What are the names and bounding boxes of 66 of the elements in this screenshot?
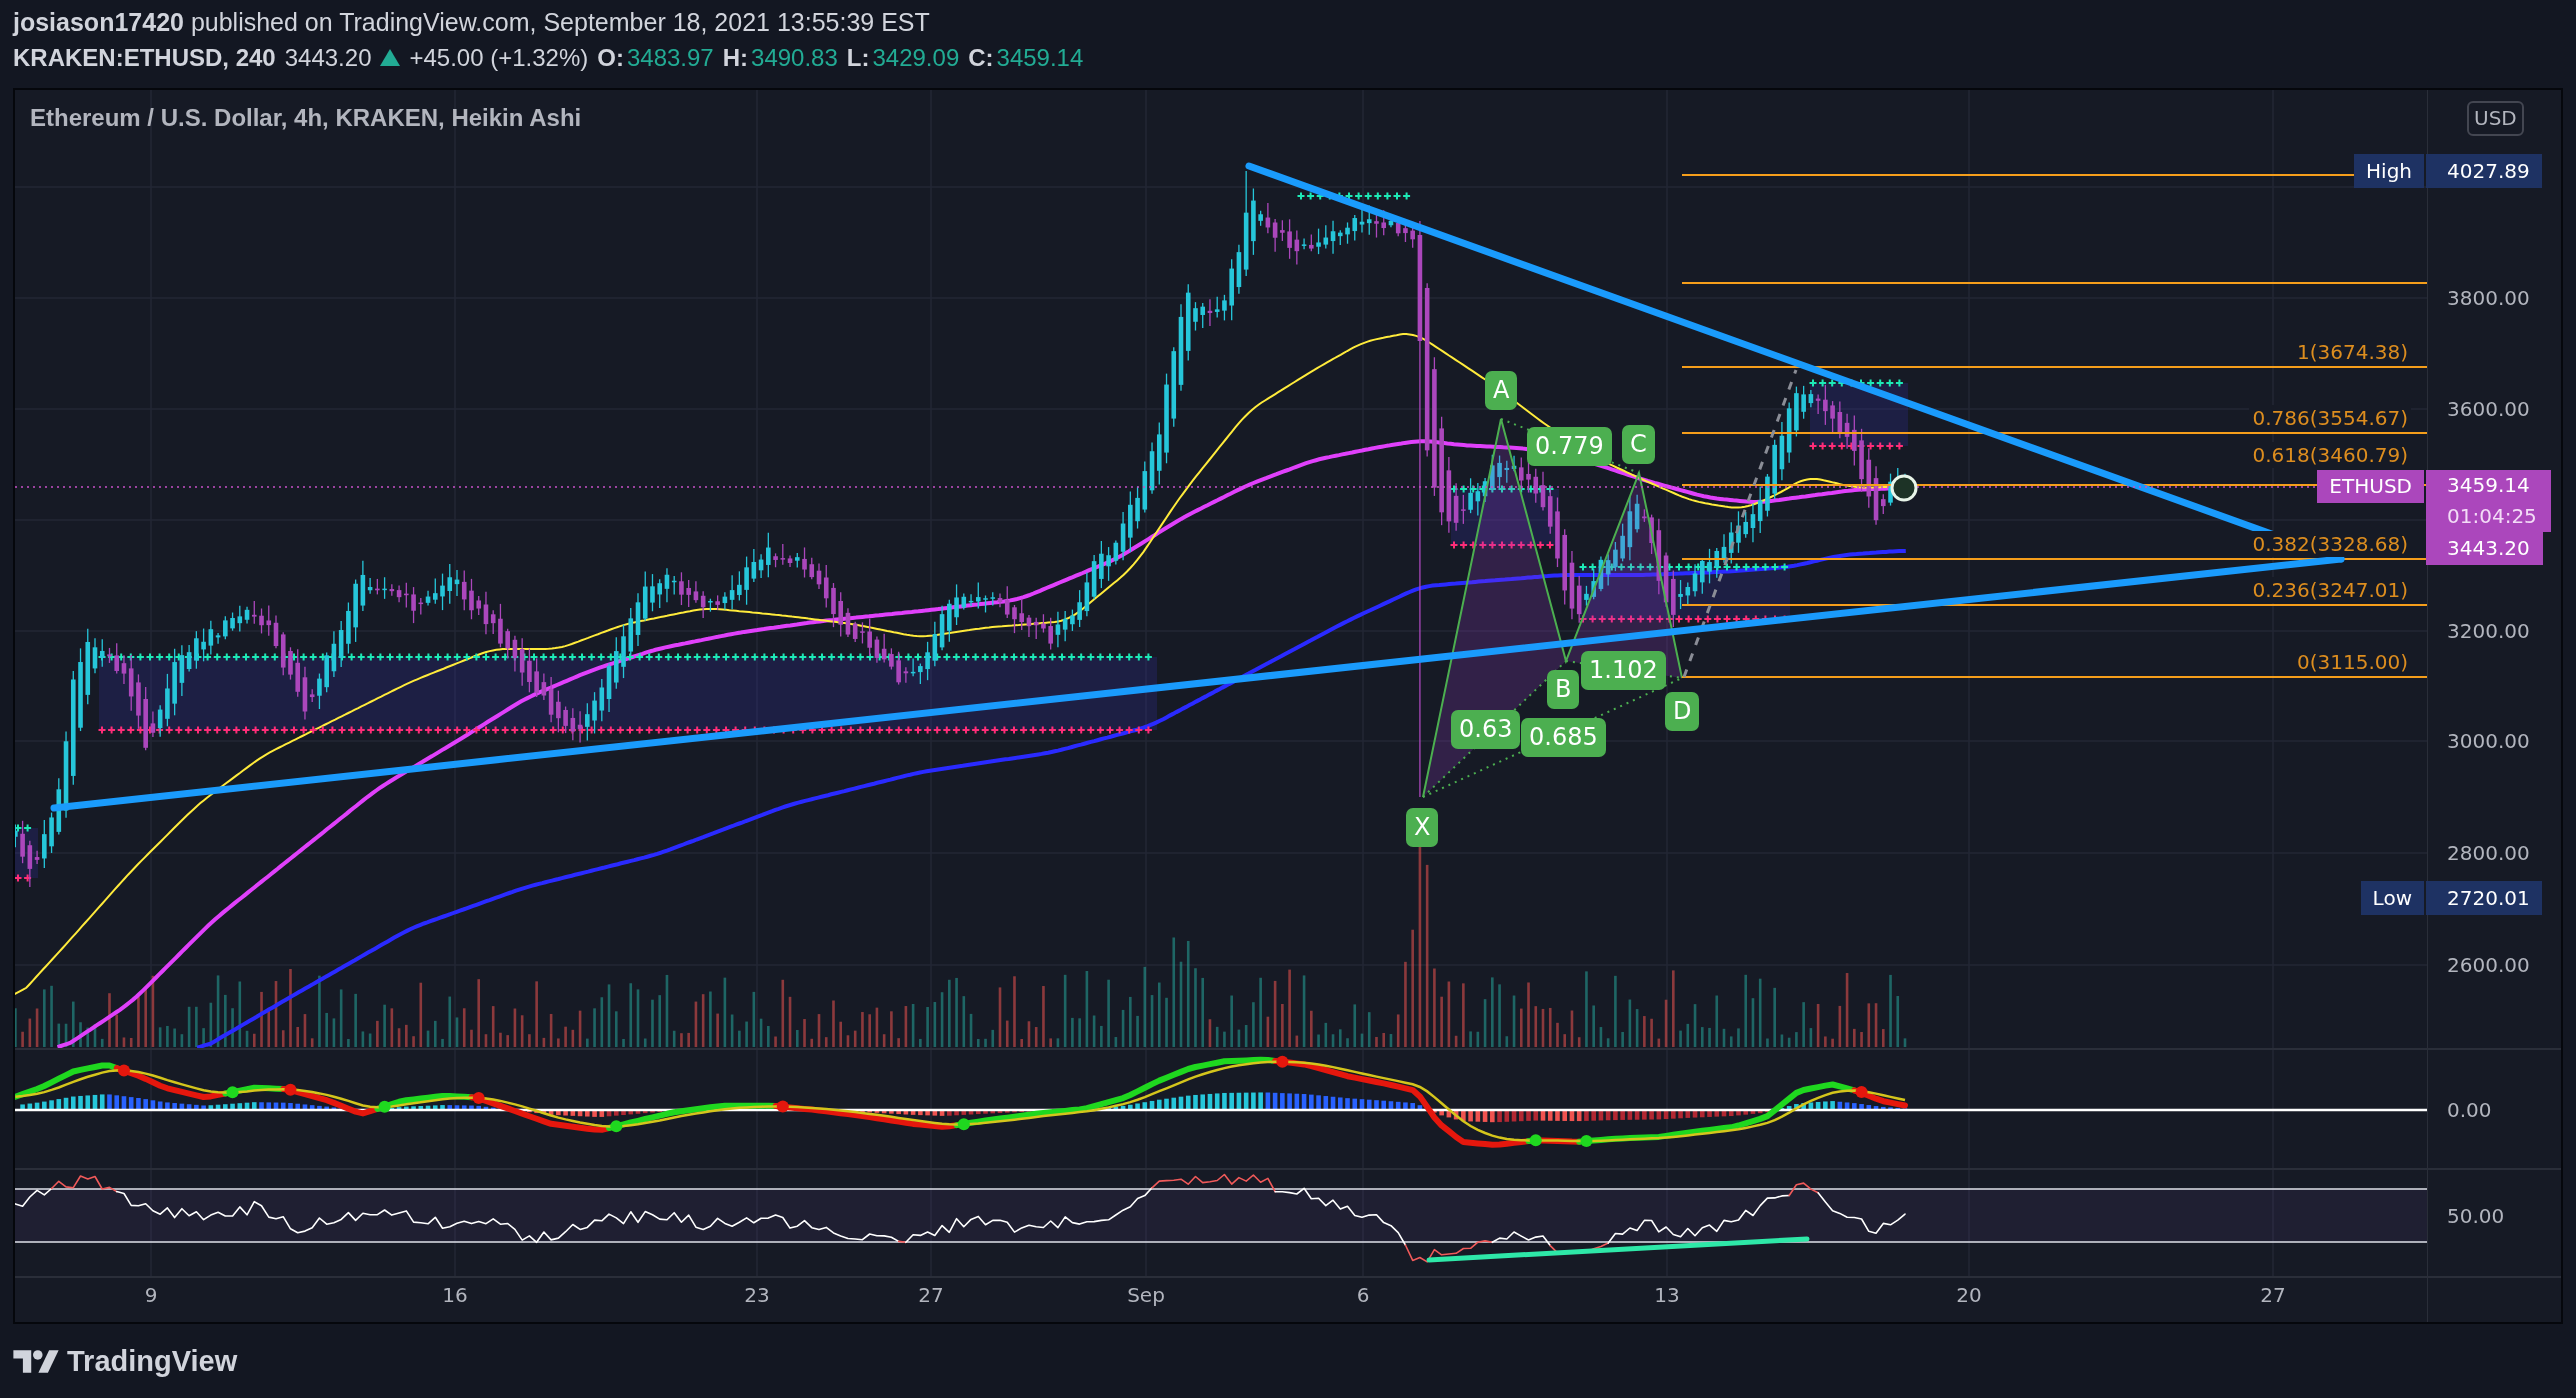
crossover-dot [1276,1055,1289,1068]
time-axis-label: 20 [1956,1282,1982,1308]
pattern-point-label: A [1485,371,1518,410]
price-tick-label: 3600.00 [2447,396,2530,422]
price-tick-label: 3800.00 [2447,285,2530,311]
pattern-point-label: 0.779 [1527,427,1612,466]
pattern-point-label: 0.63 [1451,710,1521,749]
time-axis-label: 16 [442,1282,468,1308]
ohlc-label: H: [722,43,749,73]
price-tick-label: 2800.00 [2447,840,2530,866]
time-axis-label: 23 [744,1282,770,1308]
pattern-point-label: 0.685 [1521,718,1606,757]
ohlc-label: C: [968,43,994,73]
low-label: Low [2360,881,2424,915]
price-label: 3443.20 [2426,532,2543,565]
crossover-dot [226,1086,239,1099]
pattern-point-label: C [1622,425,1655,464]
countdown-label: 01:04:25 [2426,500,2551,532]
ohlc-label: L: [846,43,870,73]
time-axis-label: Sep [1127,1282,1165,1308]
publish-info-text: josiason17420 published on TradingView.com, September 18, 2021 13:55:39 EST [13,8,930,36]
crossover-dot [776,1100,789,1113]
upper-plus-line [15,823,33,833]
symbol-text: KRAKEN:ETHUSD, 240 [13,43,276,73]
price-tick-label: 2600.00 [2447,952,2530,978]
lower-plus-line [15,873,33,883]
high-price-label: 4027.89 [2426,154,2542,188]
crossover-dot [1580,1135,1593,1148]
pattern-point-label: 1.102 [1581,651,1666,690]
ohlc-value: 3429.09 [872,43,960,73]
fibonacci-level-label: 0.786(3554.67) [2249,405,2411,431]
last-price-label: 3459.14 [2426,470,2551,500]
pattern-point-label: D [1665,692,1700,731]
crossover-dot [1855,1086,1868,1099]
crossover-dot [378,1100,391,1113]
time-axis-label: 13 [1654,1282,1680,1308]
ohlc-label: O: [597,43,624,73]
price-tick-label: 3000.00 [2447,728,2530,754]
currency-button[interactable]: USD [2467,101,2524,136]
crossover-dot [1529,1134,1542,1147]
ohlc-value: 3490.83 [751,43,838,73]
time-axis-label: 9 [144,1282,158,1308]
pattern-point-label: X [1406,808,1439,847]
chart-title: Ethereum / U.S. Dollar, 4h, KRAKEN, Heikin Ashi [30,104,582,132]
time-axis-label: 27 [918,1282,944,1308]
crossover-dot [472,1092,485,1105]
ohlc-value: 3459.14 [996,43,1084,73]
circle-marker-icon [1890,474,1918,502]
pattern-point-label: B [1547,670,1580,709]
symbol-price-label: ETHUSD [2317,470,2424,503]
rsi-axis-label: 50.00 [2447,1203,2505,1229]
crossover-dot [284,1083,297,1096]
crossover-dot [957,1118,970,1131]
price-tick-label: 3200.00 [2447,618,2530,644]
time-axis-label: 27 [2260,1282,2286,1308]
brand-name: TradingView [67,1344,238,1378]
logo-icon [13,1348,59,1374]
crossover-dot [117,1064,130,1077]
oscillator-axis-label: 0.00 [2447,1097,2492,1123]
price-change-text: +45.00 (+1.32%) [409,43,589,73]
ohlc-value: 3483.97 [626,43,714,73]
last-price-text: 3443.20 [284,43,372,73]
time-axis-label: 6 [1356,1282,1370,1308]
low-price-label: 2720.01 [2426,881,2542,915]
crossover-dot [610,1120,623,1133]
high-label: High [2354,154,2424,188]
